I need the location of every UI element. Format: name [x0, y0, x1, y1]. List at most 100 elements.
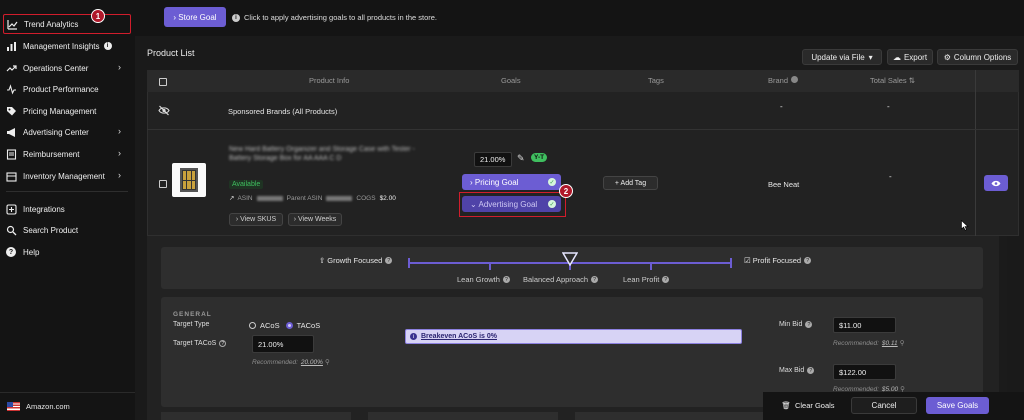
label-text: Profit Focused [752, 256, 802, 265]
view-details-button[interactable] [984, 175, 1008, 191]
check-icon: ✓ [548, 178, 556, 186]
min-bid-input[interactable]: $11.00 [833, 317, 896, 333]
parent-asin-label: Parent ASIN [286, 194, 323, 202]
help-icon: ? [807, 367, 815, 374]
recommended-value[interactable]: 20.00% [301, 359, 323, 366]
acos-radio[interactable] [249, 322, 256, 329]
row-checkbox[interactable] [159, 180, 167, 188]
growth-focused-label: ⇧ Growth Focused? [319, 256, 393, 265]
profit-icon: ☑ [744, 256, 751, 265]
label-text: Balanced Approach [523, 275, 589, 284]
goal-value-input[interactable]: 21.00% [474, 152, 512, 167]
view-skus-button[interactable]: › View SKUS [229, 213, 283, 226]
eye-icon [991, 180, 1001, 186]
main-content: › Store Goal i Click to apply advertisin… [135, 0, 1024, 420]
sidebar-item-advertising-center[interactable]: Advertising Center › [3, 122, 131, 142]
sidebar-item-management-insights[interactable]: Management Insights i [3, 36, 131, 56]
balanced-approach-label: Balanced Approach? [523, 275, 599, 284]
sidebar-item-inventory-management[interactable]: Inventory Management › [3, 166, 131, 186]
min-bid-label: Min Bid? [779, 321, 813, 328]
brand-value: Bee Neat [768, 180, 800, 189]
add-tag-button[interactable]: + Add Tag [603, 176, 658, 190]
header-label: Total Sales [870, 76, 907, 85]
slider-tick [650, 262, 652, 270]
chevron-right-icon: › [118, 126, 121, 136]
sidebar-item-help[interactable]: ? Help [3, 242, 131, 262]
bar-chart-icon [5, 40, 17, 52]
trash-icon: 🗑 [781, 401, 791, 410]
cancel-button[interactable]: Cancel [851, 397, 917, 414]
sidebar-item-operations-center[interactable]: Operations Center › [3, 58, 131, 78]
sidebar-item-search-product[interactable]: Search Product [3, 220, 131, 240]
search-icon[interactable]: ⚲ [900, 339, 905, 347]
external-link-icon[interactable]: ↗ [229, 194, 234, 202]
pricing-goal-button[interactable]: › Pricing Goal ✓ [462, 174, 561, 190]
label-text: Lean Profit [623, 275, 660, 284]
help-icon: ? [662, 276, 670, 283]
sidebar-item-label: Integrations [23, 204, 65, 214]
slider-tick [408, 258, 410, 268]
search-icon [5, 224, 17, 236]
eye-off-icon[interactable] [158, 105, 170, 118]
goal-tag-badge: Y-T [531, 153, 548, 162]
breakeven-text[interactable]: Breakeven ACoS is 0% [421, 333, 497, 340]
step-badge: 2 [559, 184, 573, 198]
header-label: Brand [768, 76, 789, 85]
sidebar-divider [0, 392, 135, 393]
column-header-product-info: Product Info [309, 76, 350, 85]
sidebar-item-pricing-management[interactable]: Pricing Management [3, 101, 131, 121]
column-header-tags: Tags [648, 76, 664, 85]
button-label: Clear Goals [794, 401, 835, 410]
product-image[interactable] [172, 163, 206, 197]
advertising-goal-button[interactable]: ⌄ Advertising Goal ✓ [462, 196, 561, 212]
receipt-icon [5, 148, 17, 160]
slider-tick [730, 258, 732, 268]
export-button[interactable]: ☁ Export [887, 49, 933, 65]
lean-growth-label: Lean Growth? [457, 275, 510, 284]
button-label: Update via File [811, 52, 865, 62]
growth-icon: ⇧ [319, 256, 326, 265]
asin-label: ASIN [237, 194, 253, 202]
recommended-value[interactable]: $0.11 [882, 340, 898, 347]
sidebar-item-integrations[interactable]: Integrations [3, 199, 131, 219]
sidebar-item-label: Inventory Management [23, 171, 105, 181]
update-via-file-button[interactable]: Update via File ▾ [802, 49, 882, 65]
sidebar-item-reimbursement[interactable]: Reimbursement › [3, 144, 131, 164]
select-all-checkbox[interactable] [159, 78, 167, 86]
label-text: Target TACoS [173, 340, 217, 347]
cogs-label: COGS [356, 194, 376, 202]
sidebar-item-product-performance[interactable]: Product Performance [3, 79, 131, 99]
store-goal-button[interactable]: › Store Goal [164, 7, 226, 27]
tag-icon [5, 105, 17, 117]
check-icon: ✓ [548, 200, 556, 208]
sales-value: - [889, 172, 892, 181]
asin-value [256, 195, 283, 201]
clear-goals-button[interactable]: 🗑 Clear Goals [773, 397, 843, 414]
pencil-icon[interactable]: ✎ [517, 153, 525, 164]
target-tacos-input[interactable]: 21.00% [252, 335, 314, 353]
help-icon: ? [385, 257, 393, 264]
sort-icon: ⇅ [908, 76, 915, 85]
help-icon: ? [804, 257, 812, 264]
store-selector[interactable]: Amazon.com [7, 402, 70, 411]
view-weeks-button[interactable]: › View Weeks [288, 213, 342, 226]
save-goals-button[interactable]: Save Goals [926, 397, 989, 414]
button-label: › Pricing Goal [470, 177, 519, 187]
slider-thumb[interactable] [561, 252, 579, 268]
tacos-radio[interactable] [285, 322, 293, 329]
info-icon: i [410, 333, 417, 340]
label-text: Max Bid [779, 367, 805, 374]
product-title[interactable]: New Hard Battery Organizer and Storage C… [229, 145, 434, 163]
chevron-right-icon: › [118, 148, 121, 158]
min-bid-recommended: Recommended: $0.11 ⚲ [833, 339, 905, 348]
search-icon[interactable]: ⚲ [325, 358, 330, 366]
column-header-total-sales[interactable]: Total Sales ⇅ [870, 76, 915, 85]
column-header-goals: Goals [501, 76, 521, 85]
column-options-button[interactable]: ⚙ Column Options [937, 49, 1018, 65]
chevron-right-icon: › [118, 62, 121, 72]
card-stub [575, 412, 765, 420]
sidebar-item-label: Advertising Center [23, 127, 89, 137]
lean-profit-label: Lean Profit? [623, 275, 670, 284]
max-bid-input[interactable]: $122.00 [833, 364, 896, 380]
sidebar-item-trend-analytics[interactable]: Trend Analytics [3, 14, 131, 34]
